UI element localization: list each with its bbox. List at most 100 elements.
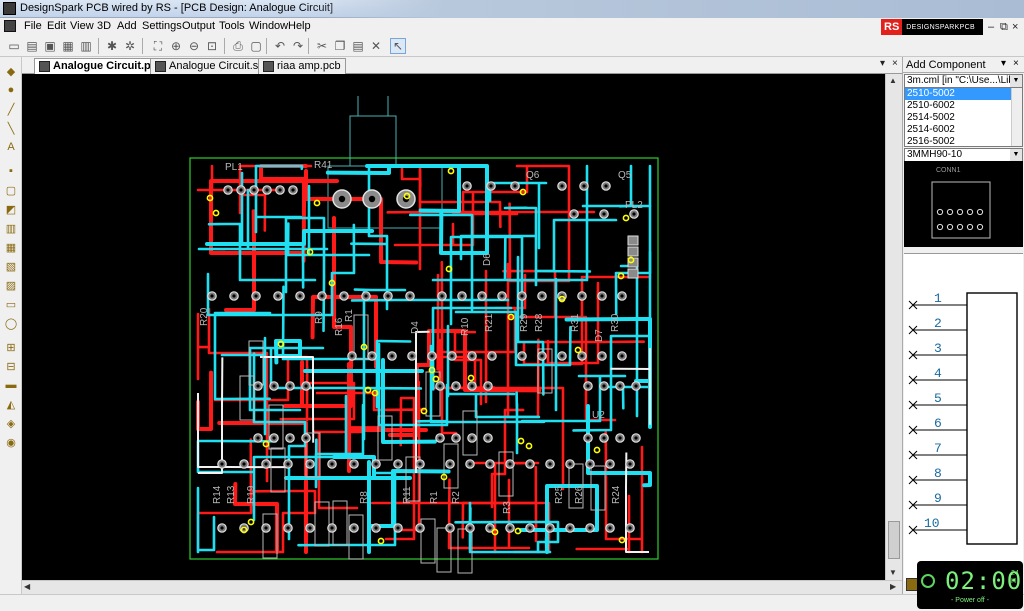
text-tool-icon[interactable]: A: [3, 139, 19, 155]
mask-tool-icon[interactable]: ▨: [3, 277, 19, 293]
menu-add[interactable]: Add: [115, 19, 139, 33]
scroll-right-icon[interactable]: ▶: [890, 582, 896, 591]
component-tool-icon[interactable]: ●: [3, 82, 19, 98]
footprint-combo[interactable]: 3MMH90-10 ▼: [904, 148, 1023, 162]
panel-close-icon[interactable]: ×: [1013, 58, 1019, 69]
silkscreen-label: PL2: [625, 200, 643, 211]
open-icon[interactable]: ▤: [24, 38, 40, 54]
preview-pad: [976, 223, 984, 231]
route-tool-icon[interactable]: ◈: [3, 415, 19, 431]
pad-hole: [220, 462, 224, 466]
combo-dropdown-icon[interactable]: ▼: [1010, 75, 1022, 87]
tab-riaa-pcb[interactable]: riaa amp.pcb: [258, 58, 346, 74]
restore-icon[interactable]: ⧉: [1000, 21, 1008, 34]
dimension-tool-icon[interactable]: ⊞: [3, 339, 19, 355]
paste-icon[interactable]: ▤: [350, 38, 366, 54]
board-tool-icon[interactable]: ▧: [3, 258, 19, 274]
pad-hole: [586, 436, 590, 440]
combo-dropdown-icon[interactable]: ▼: [1010, 149, 1022, 161]
menu-edit[interactable]: Edit: [45, 19, 68, 33]
library-combo[interactable]: 3m.cml [in "C:\Use...\Libr ▼: [904, 74, 1023, 88]
menu-tools[interactable]: Tools: [217, 19, 247, 33]
component-list[interactable]: 2510-5002 2510-6002 2514-5002 2514-6002 …: [904, 87, 1023, 147]
via: [277, 340, 285, 348]
keepout-tool-icon[interactable]: ▭: [3, 296, 19, 312]
undo-icon[interactable]: ↶: [272, 38, 288, 54]
pcb-canvas[interactable]: PL1 R41 Q6 Q5 PL2 R20 R9 R16 R1 D4 R10 R21 R29 R28 R31…: [22, 74, 885, 580]
menu-output[interactable]: Output: [180, 19, 217, 33]
zoom-extents-icon[interactable]: ⛶: [150, 38, 166, 54]
select-pointer-icon[interactable]: ↖: [390, 38, 406, 54]
via-tool-icon[interactable]: ▪: [3, 163, 19, 179]
via: [212, 209, 220, 217]
tab-close-icon[interactable]: ×: [892, 58, 898, 69]
via: [445, 265, 453, 273]
list-scrollbar[interactable]: [1011, 88, 1022, 146]
copper-track-bottom: [534, 218, 618, 273]
app-icon[interactable]: [3, 2, 16, 15]
vertical-scrollbar[interactable]: ▲ ▼: [885, 74, 902, 580]
area-tool-icon[interactable]: ◩: [3, 201, 19, 217]
library-icon[interactable]: ▥: [78, 38, 94, 54]
drc-tool-icon[interactable]: ◭: [3, 396, 19, 412]
menu-window[interactable]: Window: [247, 19, 290, 33]
ruler-tool-icon[interactable]: ▬: [3, 377, 19, 393]
horizontal-scrollbar[interactable]: ◀ ▶: [22, 580, 902, 594]
library-combo-value: 3m.cml [in "C:\Use...\Libr: [907, 75, 1018, 86]
menu-bar: File Edit View 3D Add Settings Output To…: [0, 18, 1024, 35]
symbol-pin-number: 9: [934, 491, 942, 506]
scroll-left-icon[interactable]: ◀: [24, 582, 30, 591]
save-all-icon[interactable]: ▦: [60, 38, 76, 54]
pad-hole: [448, 526, 452, 530]
cut-icon[interactable]: ✂: [314, 38, 330, 54]
track-tool-icon[interactable]: ╱: [3, 101, 19, 117]
tab-menu-icon[interactable]: ▾: [880, 58, 885, 69]
list-item[interactable]: 2514-6002: [905, 124, 1022, 136]
tab-analogue-sch[interactable]: Analogue Circuit.sch: [150, 58, 275, 74]
scroll-down-icon[interactable]: ▼: [889, 568, 897, 577]
pad-hole: [418, 462, 422, 466]
menu-view[interactable]: View: [68, 19, 96, 33]
symbol-pin-number: 2: [934, 316, 942, 331]
tab-label: riaa amp.pcb: [277, 60, 341, 72]
scroll-up-icon[interactable]: ▲: [889, 76, 897, 85]
pcb-drawing[interactable]: PL1 R41Q6 Q5PL2R20 R9R16R1D4 R10 R21 R29 R28 R31…: [22, 74, 885, 580]
new-icon[interactable]: ▭: [6, 38, 22, 54]
menu-help[interactable]: Help: [286, 19, 313, 33]
preview-pad: [966, 208, 974, 216]
add-component-panel: Add Component ▾ × 3m.cml [in "C:\Use...\…: [902, 57, 1024, 594]
list-item[interactable]: 2510-5002: [905, 88, 1022, 100]
copy-icon[interactable]: ❐: [332, 38, 348, 54]
document-icon[interactable]: [4, 20, 16, 32]
pad-tool-icon[interactable]: ▦: [3, 239, 19, 255]
zoom-out-icon[interactable]: ⊖: [186, 38, 202, 54]
zoom-window-icon[interactable]: ⊡: [204, 38, 220, 54]
list-item[interactable]: 2516-5002: [905, 136, 1022, 146]
options-icon[interactable]: ✲: [122, 38, 138, 54]
close-icon[interactable]: ×: [1012, 21, 1018, 33]
panel-menu-icon[interactable]: ▾: [1001, 58, 1006, 69]
save-icon[interactable]: ▣: [42, 38, 58, 54]
delete-icon[interactable]: ✕: [368, 38, 384, 54]
list-item[interactable]: 2514-5002: [905, 112, 1022, 124]
tab-analogue-pcb[interactable]: Analogue Circuit.pcb: [34, 58, 169, 74]
select-tool-icon[interactable]: ◆: [3, 63, 19, 79]
redo-icon[interactable]: ↷: [290, 38, 306, 54]
circle-tool-icon[interactable]: ◯: [3, 315, 19, 331]
menu-settings[interactable]: Settings: [140, 19, 184, 33]
vertical-scroll-thumb[interactable]: [888, 521, 900, 559]
menu-3d[interactable]: 3D: [95, 19, 113, 33]
print-icon[interactable]: ⎙: [230, 38, 246, 54]
zoom-in-icon[interactable]: ⊕: [168, 38, 184, 54]
minimize-icon[interactable]: –: [988, 21, 994, 33]
copper-tool-icon[interactable]: ▥: [3, 220, 19, 236]
find-icon[interactable]: ▢: [248, 38, 264, 54]
menu-file[interactable]: File: [22, 19, 44, 33]
line-tool-icon[interactable]: ╲: [3, 120, 19, 136]
silkscreen-label: R41: [314, 160, 333, 171]
measure-tool-icon[interactable]: ⊟: [3, 358, 19, 374]
settings-icon[interactable]: ✱: [104, 38, 120, 54]
autoroute-tool-icon[interactable]: ◉: [3, 434, 19, 450]
shape-tool-icon[interactable]: ▢: [3, 182, 19, 198]
list-item[interactable]: 2510-6002: [905, 100, 1022, 112]
